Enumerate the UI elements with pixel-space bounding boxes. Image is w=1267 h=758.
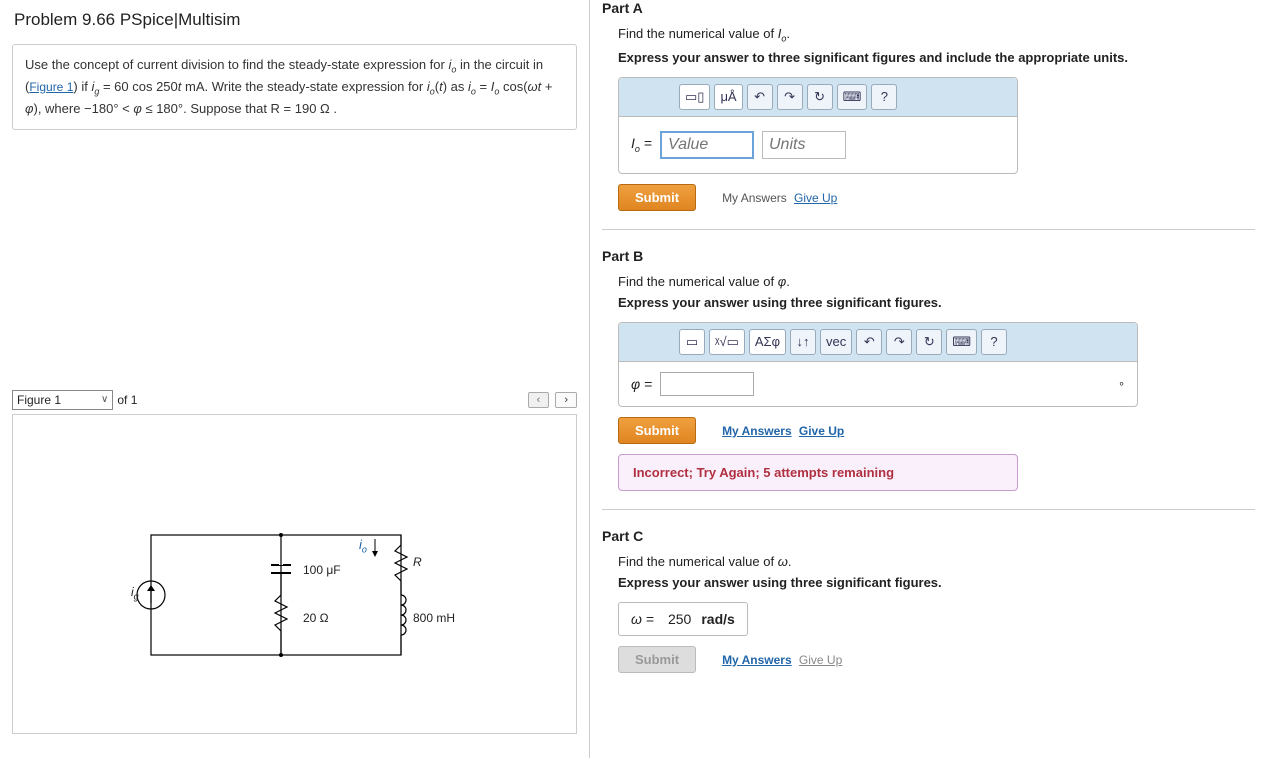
- partC-give-up-link: Give Up: [799, 653, 842, 667]
- partC-title: Part C: [602, 528, 1255, 544]
- keyboard-icon-b[interactable]: ⌨: [946, 329, 977, 355]
- partB-feedback: Incorrect; Try Again; 5 attempts remaini…: [618, 454, 1018, 491]
- partB-eq-label: φ =: [631, 376, 652, 392]
- res-series-label: 20 Ω: [303, 611, 329, 625]
- cap-label: 100 μF: [303, 563, 341, 577]
- figure-next-button[interactable]: ›: [555, 392, 577, 408]
- undo-icon[interactable]: ↶: [747, 84, 773, 110]
- partA-eq-label: Io =: [631, 135, 652, 154]
- circuit-diagram: [131, 515, 471, 685]
- partA-give-up-link[interactable]: Give Up: [794, 191, 837, 205]
- partB-prompt-prefix: Find the numerical value of: [618, 274, 778, 289]
- format-box-icon[interactable]: ▭: [679, 329, 705, 355]
- L-label: 800 mH: [413, 611, 455, 625]
- figure-canvas: ig 100 μF 20 Ω io R 800 mH: [12, 414, 577, 734]
- partB-value-input[interactable]: [660, 372, 754, 396]
- redo-icon[interactable]: ↷: [777, 84, 803, 110]
- keyboard-icon[interactable]: ⌨: [837, 84, 868, 110]
- figure-prev-button: ‹: [528, 392, 550, 408]
- partC-prompt-prefix: Find the numerical value of: [618, 554, 778, 569]
- io-label: io: [359, 537, 367, 555]
- reset-icon[interactable]: ↻: [807, 84, 833, 110]
- partC-prompt: Find the numerical value of ω.: [618, 554, 1255, 569]
- partB-degree-unit: ∘: [1118, 377, 1125, 390]
- partA-prompt: Find the numerical value of Io.: [618, 26, 1255, 44]
- partA-input-panel: ▭▯ μÅ ↶ ↷ ↻ ⌨ ? Io =: [618, 77, 1018, 174]
- partA-prompt-prefix: Find the numerical value of: [618, 26, 778, 41]
- partA-title: Part A: [602, 0, 1255, 16]
- partA-units-input[interactable]: [762, 131, 846, 159]
- partB-submit-button[interactable]: Submit: [618, 417, 696, 444]
- partB-input-panel: ▭ ᵡ√▭ ΑΣφ ↓↑ vec ↶ ↷ ↻ ⌨ ? φ = ∘: [618, 322, 1138, 407]
- partB-my-answers-link[interactable]: My Answers: [722, 424, 792, 438]
- partA-value-input[interactable]: [660, 131, 754, 159]
- partA-toolbar: ▭▯ μÅ ↶ ↷ ↻ ⌨ ?: [619, 78, 1017, 117]
- figure-link[interactable]: Figure 1: [29, 80, 73, 94]
- problem-description: Use the concept of current division to f…: [12, 44, 577, 130]
- partA-submit-button[interactable]: Submit: [618, 184, 696, 211]
- partC-value: 250: [668, 611, 691, 627]
- reset-icon-b[interactable]: ↻: [916, 329, 942, 355]
- figure-select[interactable]: Figure 1 ∨: [12, 390, 113, 410]
- help-button[interactable]: ?: [871, 84, 897, 110]
- figure-count: of 1: [117, 393, 137, 407]
- partA-instruction: Express your answer to three significant…: [618, 50, 1255, 65]
- partB-give-up-link[interactable]: Give Up: [799, 424, 844, 438]
- arrows-button[interactable]: ↓↑: [790, 329, 816, 355]
- partC-instruction: Express your answer using three signific…: [618, 575, 1255, 590]
- partB-toolbar: ▭ ᵡ√▭ ΑΣφ ↓↑ vec ↶ ↷ ↻ ⌨ ?: [619, 323, 1137, 362]
- chevron-down-icon: ∨: [101, 394, 108, 405]
- partB-instruction: Express your answer using three signific…: [618, 295, 1255, 310]
- partC-links: My Answers Give Up: [722, 652, 842, 667]
- partC-eq-label: ω =: [631, 611, 654, 627]
- partB-links: My Answers Give Up: [722, 423, 844, 438]
- figure-select-label: Figure 1: [17, 393, 61, 407]
- vec-button[interactable]: vec: [820, 329, 852, 355]
- unit-angstrom-button[interactable]: μÅ: [714, 84, 742, 110]
- partC-answer-box: ω = 250 rad/s: [618, 602, 748, 636]
- R-label: R: [413, 555, 422, 569]
- partC-submit-button: Submit: [618, 646, 696, 673]
- greek-button[interactable]: ΑΣφ: [749, 329, 786, 355]
- problem-title: Problem 9.66 PSpice|Multisim: [0, 0, 589, 38]
- help-button-b[interactable]: ?: [981, 329, 1007, 355]
- undo-icon-b[interactable]: ↶: [856, 329, 882, 355]
- redo-icon-b[interactable]: ↷: [886, 329, 912, 355]
- sqrt-button[interactable]: ᵡ√▭: [709, 329, 745, 355]
- partA-my-answers-link[interactable]: My Answers: [722, 191, 787, 205]
- partB-prompt: Find the numerical value of φ.: [618, 274, 1255, 289]
- partB-title: Part B: [602, 248, 1255, 264]
- format-fraction-icon[interactable]: ▭▯: [679, 84, 710, 110]
- source-label: ig: [131, 585, 139, 601]
- partA-links: My Answers Give Up: [722, 190, 837, 205]
- partC-my-answers-link[interactable]: My Answers: [722, 653, 792, 667]
- partC-units: rad/s: [701, 611, 734, 627]
